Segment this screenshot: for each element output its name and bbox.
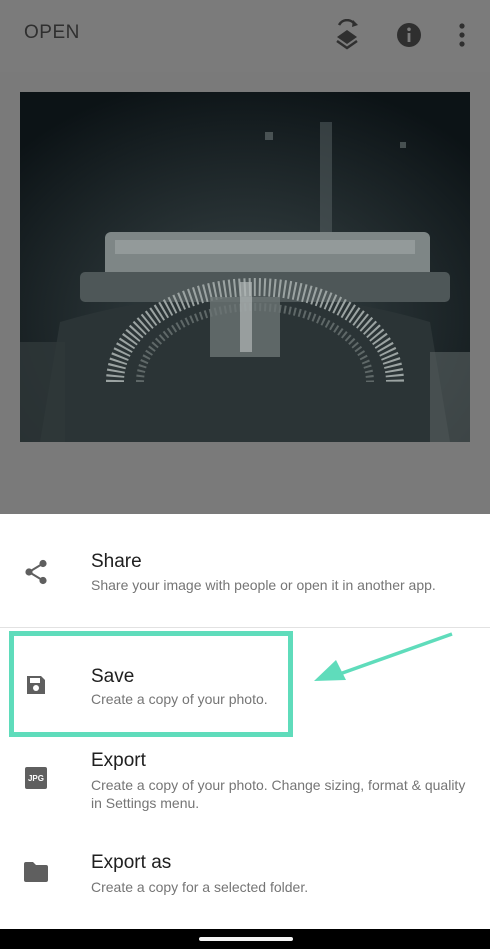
photo-preview (20, 92, 470, 442)
system-nav-bar (0, 929, 490, 949)
info-icon[interactable] (394, 18, 424, 52)
save-highlight-box (9, 631, 293, 737)
home-handle[interactable] (199, 937, 293, 941)
folder-icon (22, 858, 50, 886)
share-icon (22, 558, 50, 586)
export-option[interactable]: JPG Export Create a copy of your photo. … (0, 738, 490, 834)
annotation-arrow-icon (314, 632, 453, 681)
export-as-title: Export as (91, 852, 172, 873)
jpg-icon: JPG (22, 764, 50, 792)
share-option[interactable]: Share Share your image with people or op… (0, 514, 490, 627)
open-button[interactable]: OPEN (24, 22, 80, 44)
export-as-description: Create a copy for a selected folder. (91, 879, 309, 895)
layers-icon[interactable] (332, 18, 362, 52)
export-as-option[interactable]: Export as Create a copy for a selected f… (0, 834, 490, 929)
share-description: Share your image with people or open it … (91, 577, 436, 593)
export-title: Export (91, 750, 146, 771)
export-description: Create a copy of your photo. Change sizi… (91, 777, 466, 811)
top-app-bar: OPEN (0, 0, 490, 72)
more-vert-icon[interactable] (447, 18, 477, 52)
share-title: Share (91, 551, 142, 572)
